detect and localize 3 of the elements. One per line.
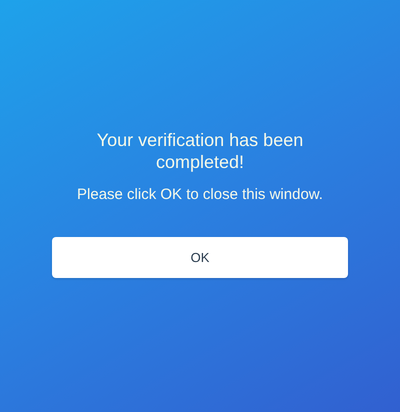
message-text: Please click OK to close this window. (77, 186, 323, 203)
ok-button[interactable]: OK (52, 237, 348, 278)
message-title: Your verification has been completed! (96, 129, 304, 173)
